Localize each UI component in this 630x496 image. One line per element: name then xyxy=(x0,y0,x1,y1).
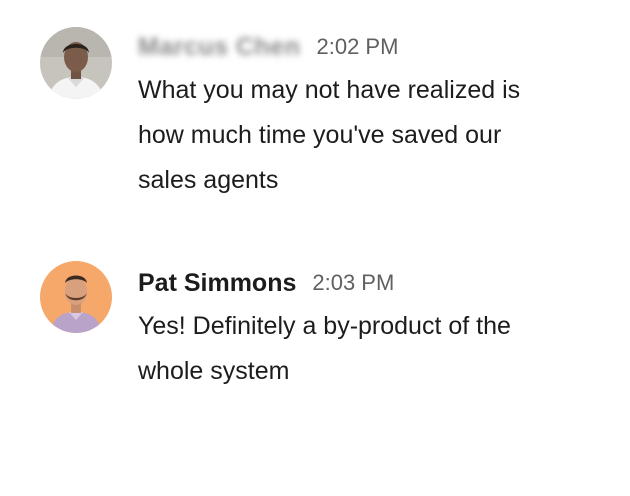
message-content: Marcus Chen 2:02 PM What you may not hav… xyxy=(138,30,608,203)
user-avatar-photo-icon xyxy=(40,27,112,99)
timestamp[interactable]: 2:03 PM xyxy=(312,270,394,296)
message-text: Yes! Definitely a by-product of the whol… xyxy=(138,312,511,385)
avatar[interactable] xyxy=(40,261,112,333)
user-avatar-photo-icon xyxy=(40,261,112,333)
message-text: What you may not have realized is how mu… xyxy=(138,76,521,194)
sender-name[interactable]: Pat Simmons xyxy=(138,269,296,298)
message-content: Pat Simmons 2:03 PM Yes! Definitely a by… xyxy=(138,266,608,394)
avatar[interactable] xyxy=(40,27,112,99)
message-header: Pat Simmons 2:03 PM xyxy=(138,266,608,300)
sender-name[interactable]: Marcus Chen xyxy=(138,33,300,62)
timestamp[interactable]: 2:02 PM xyxy=(316,34,398,60)
message-header: Marcus Chen 2:02 PM xyxy=(138,30,608,64)
